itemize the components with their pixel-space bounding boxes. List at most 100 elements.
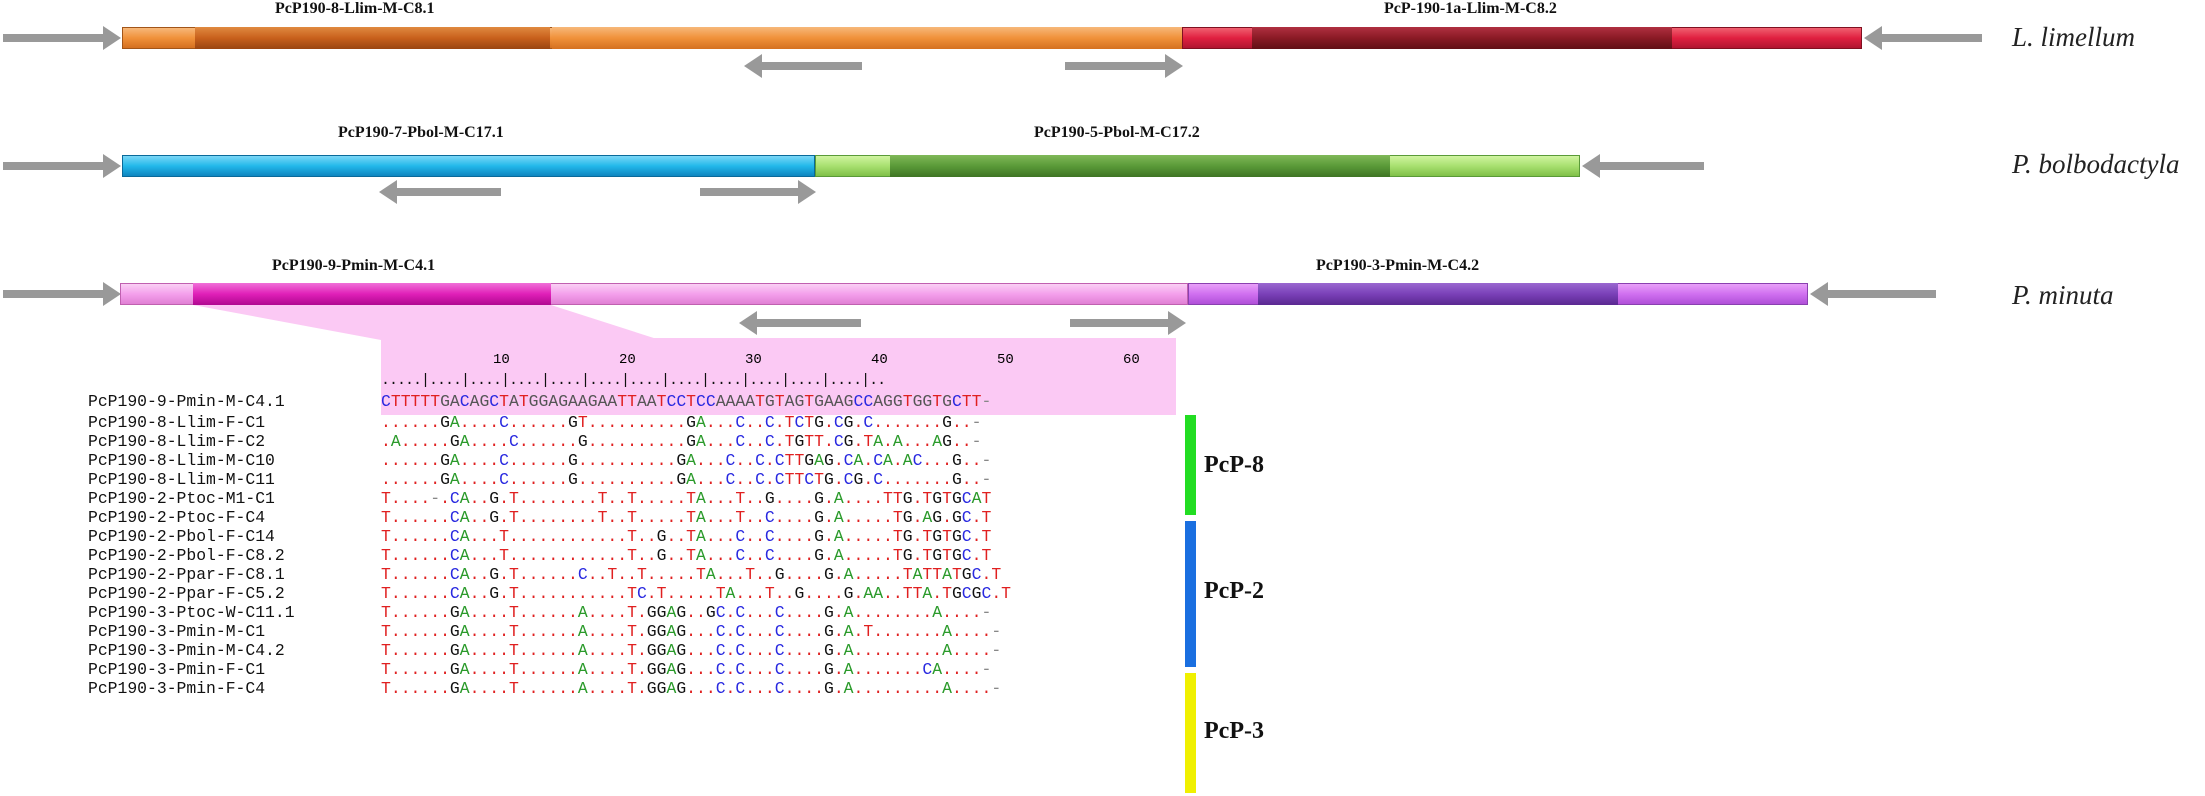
base: .	[577, 527, 588, 546]
base: A	[666, 641, 677, 660]
base: -	[981, 470, 992, 489]
base: .	[636, 489, 647, 508]
base: .	[489, 679, 500, 698]
base: .	[902, 470, 913, 489]
base: .	[528, 622, 539, 641]
base: .	[518, 489, 529, 508]
base: .	[410, 584, 421, 603]
base: G	[892, 392, 903, 411]
base: .	[676, 489, 687, 508]
base: .	[804, 508, 815, 527]
base: A	[390, 432, 401, 451]
base: .	[715, 432, 726, 451]
base: A	[459, 679, 470, 698]
base: T	[883, 489, 893, 508]
base: G	[823, 470, 834, 489]
base: A	[814, 451, 824, 470]
base: A	[892, 432, 903, 451]
base: .	[518, 413, 529, 432]
base: C	[951, 392, 962, 411]
base: .	[390, 603, 401, 622]
base: .	[981, 641, 992, 660]
base: .	[440, 622, 450, 641]
sequence-name: PcP190-8-Llim-F-C2	[88, 432, 266, 451]
base: .	[853, 508, 864, 527]
sequence-name: PcP190-8-Llim-M-C10	[88, 451, 275, 470]
base: .	[479, 546, 490, 565]
base: A	[715, 392, 726, 411]
base: -	[430, 489, 441, 508]
base: .	[774, 432, 785, 451]
base: .	[902, 641, 913, 660]
base: .	[666, 527, 677, 546]
base: .	[873, 413, 884, 432]
base: .	[784, 641, 795, 660]
base: .	[627, 565, 637, 584]
base: T	[627, 527, 637, 546]
sequence-row: T......GA....T......A....T.GGAG...C.C...…	[381, 641, 1001, 660]
base: .	[597, 679, 608, 698]
base: .	[390, 451, 401, 470]
base: T	[381, 641, 391, 660]
base: G	[922, 392, 933, 411]
base: .	[892, 603, 903, 622]
base: T	[686, 392, 696, 411]
base: .	[971, 451, 982, 470]
base: .	[568, 603, 578, 622]
base: .	[558, 508, 569, 527]
base: T	[863, 432, 874, 451]
base: .	[646, 565, 657, 584]
base: T	[499, 527, 509, 546]
base: .	[518, 565, 529, 584]
base: .	[755, 679, 765, 698]
base: T	[892, 508, 903, 527]
group-bar-pcp3	[1185, 673, 1196, 793]
base: .	[617, 641, 628, 660]
base: T	[784, 470, 795, 489]
base: .	[686, 603, 696, 622]
base: .	[597, 565, 608, 584]
base: .	[508, 470, 519, 489]
base: .	[764, 565, 775, 584]
base: A	[843, 565, 854, 584]
base: .	[568, 432, 578, 451]
base: T	[627, 679, 637, 698]
base: .	[725, 527, 736, 546]
base: .	[764, 641, 775, 660]
group-bar-pcp2	[1185, 521, 1196, 667]
base: G	[942, 392, 952, 411]
base: .	[696, 451, 706, 470]
base: G	[932, 546, 943, 565]
base: .	[686, 641, 696, 660]
base: .	[420, 432, 431, 451]
base: .	[705, 508, 716, 527]
base: G	[883, 392, 893, 411]
base: G	[656, 622, 667, 641]
base: A	[883, 451, 893, 470]
base: G	[676, 660, 687, 679]
base: .	[912, 546, 923, 565]
base: -	[981, 603, 992, 622]
base: .	[715, 451, 726, 470]
base: .	[548, 413, 559, 432]
sequence-row: ......GA....C......G..........GA...C..C.…	[381, 470, 991, 489]
base: A	[459, 432, 470, 451]
base: C	[833, 413, 844, 432]
base: C	[715, 603, 726, 622]
base: .	[469, 546, 480, 565]
base: .	[607, 679, 618, 698]
base: .	[410, 432, 421, 451]
base: .	[971, 546, 982, 565]
base: A	[843, 603, 854, 622]
base: .	[676, 413, 687, 432]
base: .	[892, 622, 903, 641]
base: .	[666, 565, 677, 584]
base: .	[863, 641, 874, 660]
base: .	[430, 527, 441, 546]
sequence-row: T......CA...T............T..G..TA...C..C…	[381, 527, 991, 546]
base: .	[833, 565, 844, 584]
base: A	[932, 660, 943, 679]
base: C	[774, 603, 785, 622]
base: .	[883, 603, 893, 622]
base: .	[528, 451, 539, 470]
